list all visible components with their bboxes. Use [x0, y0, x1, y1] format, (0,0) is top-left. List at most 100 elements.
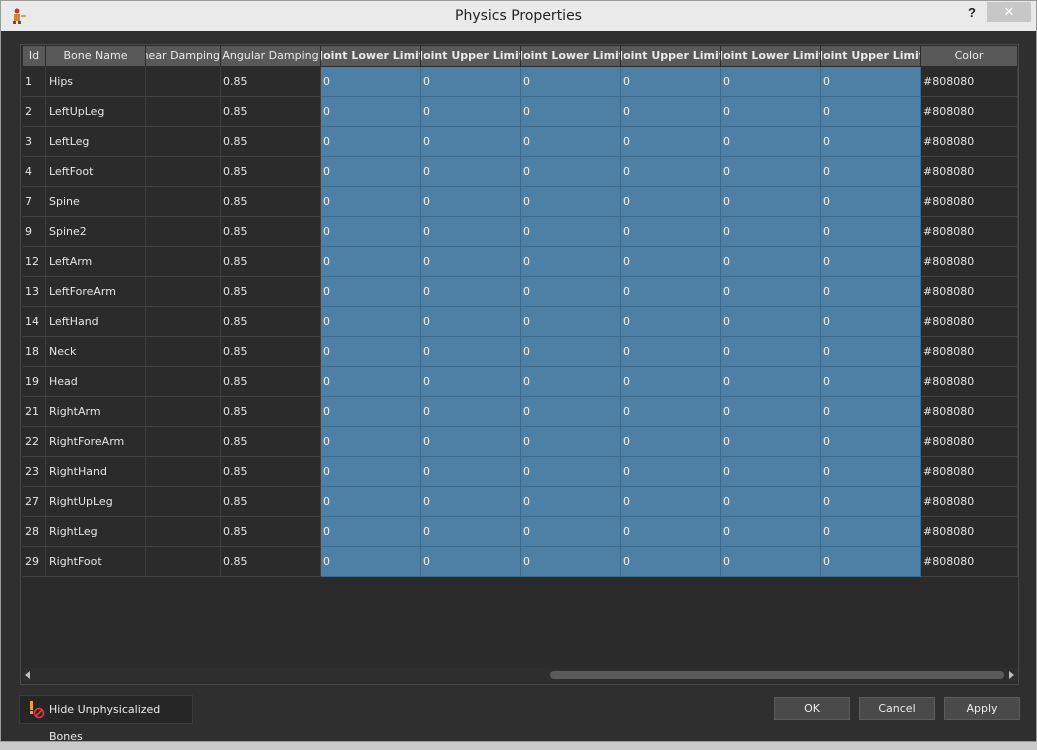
cell-joint-lower-limit-z[interactable]: 0 [721, 187, 821, 217]
cell-color[interactable]: #808080 [921, 487, 1018, 517]
cell-joint-upper-limit-y[interactable]: 0 [621, 307, 721, 337]
cell-joint-lower-limit-z[interactable]: 0 [721, 397, 821, 427]
cell-joint-upper-limit-y[interactable]: 0 [621, 487, 721, 517]
help-button[interactable]: ? [959, 3, 985, 23]
cell-joint-upper-limit-y[interactable]: 0 [621, 157, 721, 187]
cell-joint-lower-limit-x[interactable]: 0 [321, 277, 421, 307]
cell-joint-lower-limit-y[interactable]: 0 [521, 157, 621, 187]
cell-bone-name[interactable]: RightLeg [46, 517, 146, 547]
cell-joint-upper-limit-y[interactable]: 0 [621, 547, 721, 577]
cell-id[interactable]: 28 [23, 517, 46, 547]
cell-angular-damping[interactable]: 0.85 [221, 217, 321, 247]
cell-color[interactable]: #808080 [921, 307, 1018, 337]
cell-linear-damping[interactable] [146, 97, 221, 127]
column-header-bone-name[interactable]: Bone Name [46, 46, 146, 66]
cell-joint-lower-limit-x[interactable]: 0 [321, 487, 421, 517]
apply-button[interactable]: Apply [944, 697, 1020, 720]
cell-joint-upper-limit-y[interactable]: 0 [621, 397, 721, 427]
cell-joint-lower-limit-x[interactable]: 0 [321, 187, 421, 217]
table-row[interactable]: 27 RightUpLeg 0.85 0 0 0 0 0 0 #808080 [23, 487, 1018, 517]
cell-joint-lower-limit-y[interactable]: 0 [521, 457, 621, 487]
cell-joint-lower-limit-y[interactable]: 0 [521, 67, 621, 97]
cell-linear-damping[interactable] [146, 337, 221, 367]
cell-bone-name[interactable]: Spine [46, 187, 146, 217]
cell-joint-upper-limit-x[interactable]: 0 [421, 427, 521, 457]
cell-joint-upper-limit-y[interactable]: 0 [621, 337, 721, 367]
cell-bone-name[interactable]: RightHand [46, 457, 146, 487]
cell-joint-upper-limit-z[interactable]: 0 [821, 367, 921, 397]
cell-joint-upper-limit-x[interactable]: 0 [421, 67, 521, 97]
cell-joint-upper-limit-y[interactable]: 0 [621, 277, 721, 307]
cell-color[interactable]: #808080 [921, 67, 1018, 97]
cell-joint-lower-limit-y[interactable]: 0 [521, 247, 621, 277]
table-row[interactable]: 2 LeftUpLeg 0.85 0 0 0 0 0 0 #808080 [23, 97, 1018, 127]
cell-joint-lower-limit-y[interactable]: 0 [521, 427, 621, 457]
cell-bone-name[interactable]: LeftArm [46, 247, 146, 277]
cell-joint-lower-limit-x[interactable]: 0 [321, 217, 421, 247]
cell-bone-name[interactable]: RightFoot [46, 547, 146, 577]
table-row[interactable]: 23 RightHand 0.85 0 0 0 0 0 0 #808080 [23, 457, 1018, 487]
cell-joint-lower-limit-y[interactable]: 0 [521, 97, 621, 127]
cell-joint-lower-limit-x[interactable]: 0 [321, 397, 421, 427]
scroll-left-arrow-icon[interactable] [25, 671, 30, 679]
cell-color[interactable]: #808080 [921, 457, 1018, 487]
cell-joint-upper-limit-y[interactable]: 0 [621, 427, 721, 457]
table-row[interactable]: 21 RightArm 0.85 0 0 0 0 0 0 #808080 [23, 397, 1018, 427]
cell-joint-upper-limit-z[interactable]: 0 [821, 277, 921, 307]
cell-joint-upper-limit-x[interactable]: 0 [421, 127, 521, 157]
cell-joint-upper-limit-x[interactable]: 0 [421, 337, 521, 367]
cell-joint-lower-limit-z[interactable]: 0 [721, 67, 821, 97]
cell-joint-lower-limit-y[interactable]: 0 [521, 517, 621, 547]
cell-bone-name[interactable]: RightForeArm [46, 427, 146, 457]
cell-joint-upper-limit-x[interactable]: 0 [421, 157, 521, 187]
column-header-joint-upper-limit-x[interactable]: Joint Upper Limit X [421, 46, 521, 66]
cell-joint-lower-limit-z[interactable]: 0 [721, 547, 821, 577]
table-row[interactable]: 29 RightFoot 0.85 0 0 0 0 0 0 #808080 [23, 547, 1018, 577]
cell-id[interactable]: 12 [23, 247, 46, 277]
table-row[interactable]: 28 RightLeg 0.85 0 0 0 0 0 0 #808080 [23, 517, 1018, 547]
cell-id[interactable]: 14 [23, 307, 46, 337]
cell-joint-upper-limit-z[interactable]: 0 [821, 157, 921, 187]
cell-joint-lower-limit-z[interactable]: 0 [721, 97, 821, 127]
cell-joint-upper-limit-x[interactable]: 0 [421, 277, 521, 307]
cell-linear-damping[interactable] [146, 277, 221, 307]
table-row[interactable]: 3 LeftLeg 0.85 0 0 0 0 0 0 #808080 [23, 127, 1018, 157]
cell-joint-lower-limit-x[interactable]: 0 [321, 427, 421, 457]
cell-joint-lower-limit-y[interactable]: 0 [521, 547, 621, 577]
cell-joint-upper-limit-z[interactable]: 0 [821, 337, 921, 367]
cell-color[interactable]: #808080 [921, 187, 1018, 217]
cell-color[interactable]: #808080 [921, 367, 1018, 397]
cell-joint-upper-limit-z[interactable]: 0 [821, 97, 921, 127]
cell-angular-damping[interactable]: 0.85 [221, 97, 321, 127]
cell-joint-upper-limit-y[interactable]: 0 [621, 217, 721, 247]
cell-color[interactable]: #808080 [921, 157, 1018, 187]
cell-joint-lower-limit-x[interactable]: 0 [321, 367, 421, 397]
cancel-button[interactable]: Cancel [859, 697, 935, 720]
cell-angular-damping[interactable]: 0.85 [221, 247, 321, 277]
cell-joint-lower-limit-z[interactable]: 0 [721, 517, 821, 547]
cell-id[interactable]: 4 [23, 157, 46, 187]
cell-bone-name[interactable]: Spine2 [46, 217, 146, 247]
cell-joint-lower-limit-x[interactable]: 0 [321, 157, 421, 187]
cell-id[interactable]: 22 [23, 427, 46, 457]
table-row[interactable]: 18 Neck 0.85 0 0 0 0 0 0 #808080 [23, 337, 1018, 367]
cell-angular-damping[interactable]: 0.85 [221, 427, 321, 457]
cell-color[interactable]: #808080 [921, 427, 1018, 457]
cell-joint-upper-limit-x[interactable]: 0 [421, 517, 521, 547]
cell-id[interactable]: 7 [23, 187, 46, 217]
cell-angular-damping[interactable]: 0.85 [221, 187, 321, 217]
cell-angular-damping[interactable]: 0.85 [221, 67, 321, 97]
cell-joint-lower-limit-x[interactable]: 0 [321, 247, 421, 277]
cell-linear-damping[interactable] [146, 127, 221, 157]
cell-joint-upper-limit-z[interactable]: 0 [821, 187, 921, 217]
cell-joint-lower-limit-x[interactable]: 0 [321, 127, 421, 157]
cell-joint-lower-limit-y[interactable]: 0 [521, 397, 621, 427]
cell-bone-name[interactable]: Head [46, 367, 146, 397]
cell-joint-lower-limit-x[interactable]: 0 [321, 307, 421, 337]
cell-bone-name[interactable]: LeftFoot [46, 157, 146, 187]
cell-joint-lower-limit-y[interactable]: 0 [521, 127, 621, 157]
column-header-joint-upper-limit-y[interactable]: Joint Upper Limit Y [621, 46, 721, 66]
cell-joint-lower-limit-z[interactable]: 0 [721, 487, 821, 517]
cell-linear-damping[interactable] [146, 427, 221, 457]
cell-angular-damping[interactable]: 0.85 [221, 547, 321, 577]
